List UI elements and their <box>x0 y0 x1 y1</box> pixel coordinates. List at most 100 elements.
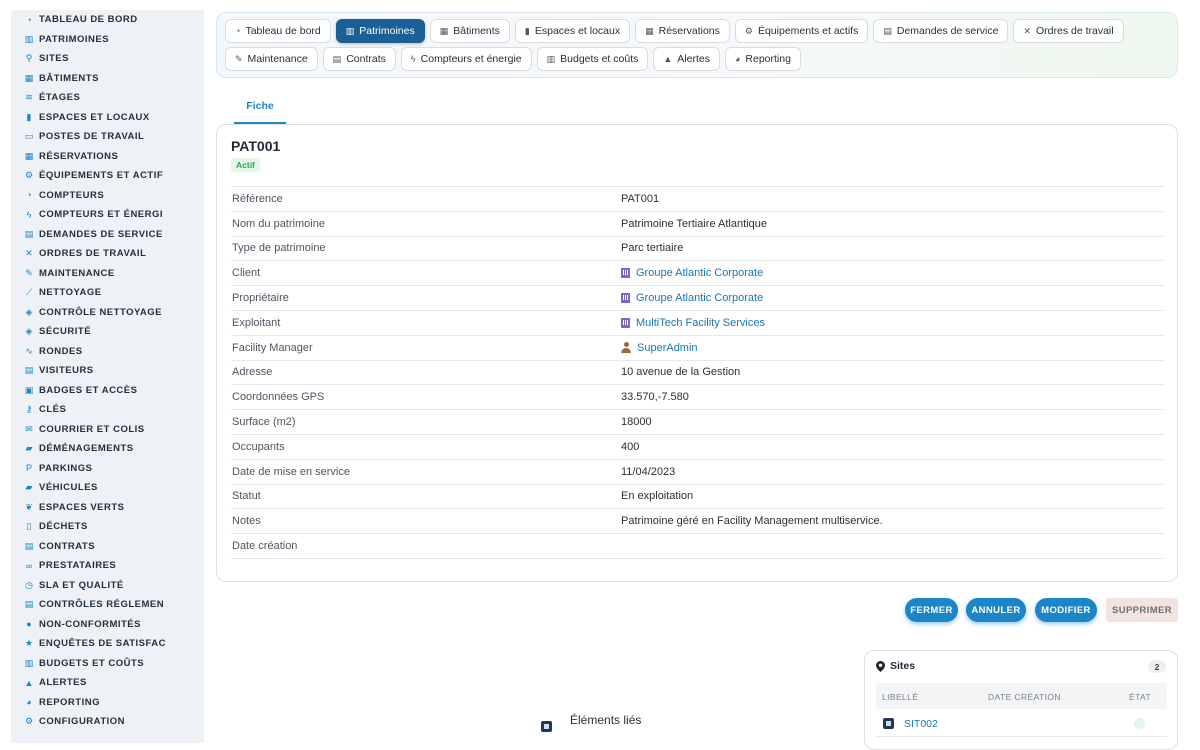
sidebar-item-clés[interactable]: ⚷ CLÉS <box>11 400 204 420</box>
sidebar-item-rondes[interactable]: ∿ RONDES <box>11 342 204 362</box>
sidebar-item-demandes-de-service[interactable]: ▤ DEMANDES DE SERVICE <box>11 225 204 245</box>
nav-button-reporting[interactable]: ◕ Reporting <box>724 47 801 71</box>
sites-count-badge: 2 <box>1148 660 1166 673</box>
sidebar-item-équipements-et-actif[interactable]: ⚙ ÉQUIPEMENTS ET ACTIF <box>11 166 204 186</box>
sidebar-item-enquêtes-de-satisfac[interactable]: ★ ENQUÊTES DE SATISFAC <box>11 634 204 654</box>
nav-button-budgets-et-coûts[interactable]: ▥ Budgets et coûts <box>536 47 649 71</box>
sidebar-item-ordres-de-travail[interactable]: ✕ ORDRES DE TRAVAIL <box>11 244 204 264</box>
sidebar-item-sécurité[interactable]: ◈ SÉCURITÉ <box>11 322 204 342</box>
nav-row-2: ✎ Maintenance ▤ Contrats ϟ Compteurs et énerg… <box>225 47 801 71</box>
desktop-icon: ▭ <box>24 131 34 142</box>
handshake-icon: ∞ <box>25 560 33 571</box>
sidebar-item-nettoyage[interactable]: ⟋ NETTOYAGE <box>11 283 204 303</box>
column-header-libelle[interactable]: LIBELLÉ <box>882 692 918 702</box>
sidebar-item-compteurs[interactable]: ◔ COMPTEURS <box>11 186 204 206</box>
site-code-link[interactable]: SIT002 <box>904 718 938 730</box>
sidebar-item-sla-et-qualité[interactable]: ◷ SLA ET QUALITÉ <box>11 576 204 596</box>
linked-elements-title: Éléments liés <box>570 713 642 727</box>
edit-button[interactable]: MODIFIER <box>1035 598 1097 622</box>
sidebar-item-déménagements[interactable]: ▰ DÉMÉNAGEMENTS <box>11 439 204 459</box>
field-value-link[interactable]: MultiTech Facility Services <box>621 317 765 329</box>
sidebar-item-non-conformités[interactable]: ● NON-CONFORMITÉS <box>11 615 204 635</box>
delete-button[interactable]: SUPPRIMER <box>1106 598 1178 622</box>
nav-button-label: Espaces et locaux <box>534 25 621 37</box>
sidebar-item-parkings[interactable]: P PARKINGS <box>11 459 204 479</box>
field-value-text: Groupe Atlantic Corporate <box>636 267 764 280</box>
sidebar-item-configuration[interactable]: ⚙ CONFIGURATION <box>11 712 204 732</box>
nav-button-réservations[interactable]: ▦ Réservations <box>635 19 730 43</box>
sidebar-item-contrôle-nettoyage[interactable]: ◈ CONTRÔLE NETTOYAGE <box>11 303 204 323</box>
chart-pie-icon: ◕ <box>734 54 741 64</box>
sidebar-item-label: PRESTATAIRES <box>39 560 117 572</box>
nav-button-ordres-de-travail[interactable]: ✕ Ordres de travail <box>1013 19 1124 43</box>
tab-fiche[interactable]: Fiche <box>234 90 286 124</box>
sidebar-item-alertes[interactable]: ▲ ALERTES <box>11 673 204 693</box>
column-header-date-creation[interactable]: DATE CRÉATION <box>988 692 1061 702</box>
site-icon <box>883 718 894 729</box>
sidebar-item-patrimoines[interactable]: ▥ PATRIMOINES <box>11 30 204 50</box>
table-row: Coordonnées GPS 33.570,-7.580 <box>231 385 1164 411</box>
column-header-etat[interactable]: ÉTAT <box>1129 692 1151 702</box>
sidebar-item-véhicules[interactable]: ▰ VÉHICULES <box>11 478 204 498</box>
table-row: Nom du patrimoine Patrimoine Tertiaire At… <box>231 212 1164 237</box>
sidebar-item-postes-de-travail[interactable]: ▭ POSTES DE TRAVAIL <box>11 127 204 147</box>
nav-button-patrimoines[interactable]: ▥ Patrimoines <box>335 19 425 43</box>
nav-button-label: Maintenance <box>247 53 308 65</box>
sidebar-item-contrôles-réglemen[interactable]: ▤ CONTRÔLES RÉGLEMEN <box>11 595 204 615</box>
field-value-text: 33.570,-7.580 <box>621 391 689 404</box>
sidebar-item-déchets[interactable]: ▯ DÉCHETS <box>11 517 204 537</box>
bell-icon: ▲ <box>24 677 34 688</box>
nav-button-maintenance[interactable]: ✎ Maintenance <box>225 47 318 71</box>
sidebar-item-prestataires[interactable]: ∞ PRESTATAIRES <box>11 556 204 576</box>
sidebar-item-sites[interactable]: ⚲ SITES <box>11 49 204 69</box>
nav-button-bâtiments[interactable]: ▦ Bâtiments <box>429 19 510 43</box>
sidebar-item-budgets-et-coûts[interactable]: ▥ BUDGETS ET COÛTS <box>11 654 204 674</box>
close-button[interactable]: FERMER <box>905 598 958 622</box>
sidebar-item-tableau-de-bord[interactable]: ◔ TABLEAU DE BORD <box>11 10 204 30</box>
sites-panel: Sites 2 LIBELLÉ DATE CRÉATION ÉTAT SIT00… <box>864 650 1178 750</box>
sidebar-item-bâtiments[interactable]: ▦ BÂTIMENTS <box>11 69 204 89</box>
layers-icon: ≋ <box>25 92 33 103</box>
sidebar-item-espaces-et-locaux[interactable]: ▮ ESPACES ET LOCAUX <box>11 108 204 128</box>
gear-icon: ⚙ <box>24 716 34 727</box>
sidebar-item-maintenance[interactable]: ✎ MAINTENANCE <box>11 264 204 284</box>
field-value-link[interactable]: Groupe Atlantic Corporate <box>621 292 763 304</box>
sidebar-item-label: COURRIER ET COLIS <box>39 423 145 435</box>
nav-button-label: Compteurs et énergie <box>420 53 522 65</box>
sidebar-item-compteurs-et-énergi[interactable]: ϟ COMPTEURS ET ÉNERGI <box>11 205 204 225</box>
sidebar-item-label: ORDRES DE TRAVAIL <box>39 248 147 260</box>
field-value-link[interactable]: Groupe Atlantic Corporate <box>621 267 763 279</box>
tools-icon: ✕ <box>1023 25 1031 36</box>
table-row: Date de mise en service 11/04/2023 <box>231 460 1164 485</box>
nav-button-alertes[interactable]: ▲ Alertes <box>653 47 720 71</box>
field-label: Date de mise en service <box>232 465 350 478</box>
nav-button-demandes-de-service[interactable]: ▤ Demandes de service <box>873 19 1009 43</box>
sidebar-item-espaces-verts[interactable]: ❦ ESPACES VERTS <box>11 498 204 518</box>
shield-icon: ◈ <box>25 326 33 337</box>
map-pin-icon: ⚲ <box>25 53 33 64</box>
sidebar-item-label: REPORTING <box>39 696 100 708</box>
nav-button-tableau-de-bord[interactable]: ◔ Tableau de bord <box>225 19 331 43</box>
sidebar-item-réservations[interactable]: ▦ RÉSERVATIONS <box>11 147 204 167</box>
table-row[interactable]: SIT002 <box>876 711 1167 737</box>
sidebar-item-label: ESPACES ET LOCAUX <box>39 111 150 123</box>
table-row: Propriétaire Groupe Atlantic Corporate <box>231 286 1164 311</box>
sidebar-item-label: TABLEAU DE BORD <box>39 14 138 26</box>
field-value-text: Patrimoine géré en Facility Management m… <box>621 515 883 528</box>
table-row: Exploitant MultiTech Facility Services <box>231 311 1164 336</box>
sidebar-item-étages[interactable]: ≋ ÉTAGES <box>11 88 204 108</box>
nav-button-compteurs-et-énergie[interactable]: ϟ Compteurs et énergie <box>400 47 532 71</box>
dashboard-icon: ◔ <box>235 26 241 36</box>
sidebar-item-visiteurs[interactable]: ▤ VISITEURS <box>11 361 204 381</box>
sidebar-item-contrats[interactable]: ▤ CONTRATS <box>11 537 204 557</box>
nav-button-contrats[interactable]: ▤ Contrats <box>322 47 396 71</box>
nav-button-équipements-et-actifs[interactable]: ⚙ Équipements et actifs <box>734 19 869 43</box>
file-contract-icon: ▤ <box>332 53 342 64</box>
field-value-link[interactable]: SuperAdmin <box>621 342 698 354</box>
nav-button-espaces-et-locaux[interactable]: ▮ Espaces et locaux <box>514 19 631 43</box>
sidebar-item-badges-et-accès[interactable]: ▣ BADGES ET ACCÈS <box>11 381 204 401</box>
sidebar-item-courrier-et-colis[interactable]: ✉ COURRIER ET COLIS <box>11 420 204 440</box>
cancel-button[interactable]: ANNULER <box>966 598 1026 622</box>
sites-panel-header: Sites <box>876 660 915 672</box>
sidebar-item-reporting[interactable]: ◕ REPORTING <box>11 693 204 713</box>
